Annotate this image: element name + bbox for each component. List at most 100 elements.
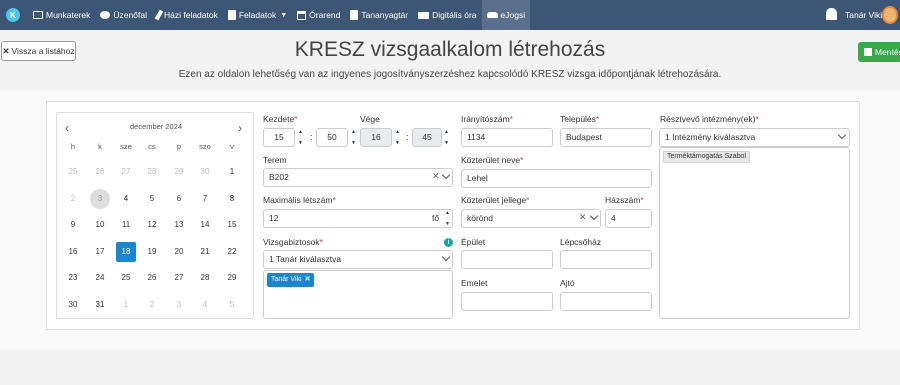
staircase-label: Lépcsőház [560, 237, 602, 247]
calendar-day[interactable]: 25 [116, 268, 136, 288]
examiner-tag[interactable]: Tanár Viki ✕ [267, 273, 315, 287]
calendar-day[interactable]: 15 [222, 215, 242, 235]
clear-icon[interactable]: ✕ [432, 171, 440, 182]
calendar-day[interactable]: 4 [116, 189, 136, 209]
start-minute-stepper[interactable]: ▲ ▼ [349, 128, 358, 147]
max-capacity-input[interactable]: 12 [263, 209, 453, 228]
institutions-select[interactable]: 1 Intézmény kiválasztva [659, 128, 850, 147]
staircase-input[interactable] [560, 250, 652, 269]
floor-input[interactable] [461, 292, 553, 311]
calendar-day[interactable]: 10 [90, 215, 110, 235]
start-hour-input[interactable]: 15 [263, 128, 295, 147]
calendar-month-title: december 2024 [129, 122, 183, 131]
examiners-select[interactable]: 1 Tanár kiválasztva [263, 250, 453, 269]
calendar-day[interactable]: 20 [169, 242, 189, 262]
pen-icon [154, 9, 164, 21]
avatar[interactable] [882, 6, 898, 24]
calendar-day: 3 [176, 299, 182, 309]
calendar-day[interactable]: 14 [195, 215, 215, 235]
calendar-day: 26 [95, 167, 105, 176]
weekday-header: p [176, 142, 182, 151]
building-input[interactable] [461, 250, 553, 269]
nav-uzenofal[interactable]: Üzenőfal [95, 0, 152, 30]
door-label: Ajtó [560, 278, 575, 288]
room-select[interactable]: B202 [263, 168, 453, 187]
chevron-right-icon[interactable]: › [238, 121, 242, 135]
calendar-day: 4 [202, 299, 208, 309]
calendar-day[interactable]: 30 [63, 295, 83, 315]
bell-icon[interactable] [826, 8, 837, 20]
calendar-day[interactable]: 26 [142, 268, 162, 288]
capacity-stepper[interactable]: ▲ ▼ [443, 209, 452, 228]
calendar-day: 28 [147, 167, 157, 176]
end-hour-stepper: ▲ ▼ [395, 129, 400, 146]
capacity-unit: fő [432, 213, 440, 223]
calendar-day[interactable]: 8 [222, 189, 242, 209]
nav-orarend[interactable]: Órarend [292, 0, 345, 30]
institution-tag[interactable]: Terméktámogatás Szabol [663, 151, 750, 163]
start-minute-input[interactable]: 50 [316, 128, 348, 147]
calendar-day[interactable]: 17 [90, 242, 110, 262]
calendar-day[interactable]: 23 [63, 268, 83, 288]
calendar-day[interactable]: 12 [142, 215, 162, 235]
calendar-day[interactable]: 29 [222, 268, 242, 288]
nav-feladatok[interactable]: Feladatok ▼ [223, 0, 292, 30]
date-calendar: ‹ december 2024 › h k sze cs p szo v 25 26 27 28 29… [56, 112, 254, 319]
weekday-header: k [98, 142, 102, 151]
city-input[interactable]: Budapest [560, 128, 652, 147]
house-number-label: Házszám* [605, 195, 644, 205]
nav-ejogsi[interactable]: eJogsi [481, 0, 531, 30]
calendar-day[interactable]: 24 [90, 268, 110, 288]
calendar-day[interactable]: 22 [222, 242, 242, 262]
house-number-input[interactable]: 4 [605, 209, 652, 228]
weekday-header: v [230, 142, 234, 151]
room-label: Terem [263, 155, 287, 165]
user-name[interactable]: Tanár Viki [845, 10, 882, 20]
calendar-day: 1 [123, 299, 129, 309]
calendar-day[interactable]: 6 [169, 189, 189, 209]
door-input[interactable] [560, 292, 652, 311]
calendar-day[interactable]: 21 [195, 242, 215, 262]
weekday-header: szo [199, 142, 211, 151]
workspace-icon [33, 11, 43, 19]
calendar-day: 2 [70, 193, 76, 203]
start-hour-stepper[interactable]: ▲ ▼ [296, 128, 305, 147]
calendar-day[interactable]: 31 [90, 295, 110, 315]
calendar-icon [297, 10, 307, 20]
calendar-day: 3 [90, 188, 110, 209]
calendar-day[interactable]: 13 [169, 215, 189, 235]
calendar-day[interactable]: 11 [116, 215, 136, 235]
nav-tananyagtar[interactable]: Tananyagtár [345, 0, 413, 30]
zip-input[interactable]: 1134 [461, 128, 553, 147]
app-logo[interactable]: K [6, 8, 20, 22]
save-button[interactable]: Mentés [858, 42, 900, 62]
zip-label: Irányítószám* [461, 114, 513, 124]
calendar-day[interactable]: 9 [63, 215, 83, 235]
calendar-day[interactable]: 19 [142, 242, 162, 262]
page-subtitle: Ezen az oldalon lehetőség van az ingyene… [178, 69, 722, 80]
clipboard-icon [227, 10, 236, 20]
max-capacity-label: Maximális létszám* [263, 195, 336, 205]
nav-digitalis-ora[interactable]: Digitális óra [413, 0, 481, 30]
nav-hazi-feladatok[interactable]: Házi feladatok [152, 0, 223, 30]
nav-munkaterek[interactable]: Munkaterek [28, 0, 95, 30]
clear-icon[interactable]: ✕ [579, 212, 587, 223]
calendar-day: 27 [121, 167, 131, 176]
street-name-input[interactable]: Lehel [461, 169, 652, 188]
calendar-day[interactable]: 16 [63, 242, 83, 262]
building-label: Épület [461, 237, 486, 247]
close-icon[interactable]: ✕ [305, 276, 311, 283]
calendar-day[interactable]: 5 [142, 189, 162, 209]
weekday-header: h [70, 142, 76, 151]
info-icon[interactable]: i [444, 238, 453, 247]
book-icon [350, 10, 359, 20]
calendar-day[interactable]: 27 [169, 268, 189, 288]
save-icon [864, 48, 872, 56]
calendar-day[interactable]: 1 [222, 162, 242, 182]
end-minute-input: 45 [412, 128, 442, 147]
end-hour-input: 16 [360, 128, 392, 147]
calendar-day[interactable]: 7 [195, 189, 215, 209]
video-icon [418, 11, 430, 19]
calendar-day-selected[interactable]: 18 [116, 241, 136, 262]
calendar-day[interactable]: 28 [195, 268, 215, 288]
